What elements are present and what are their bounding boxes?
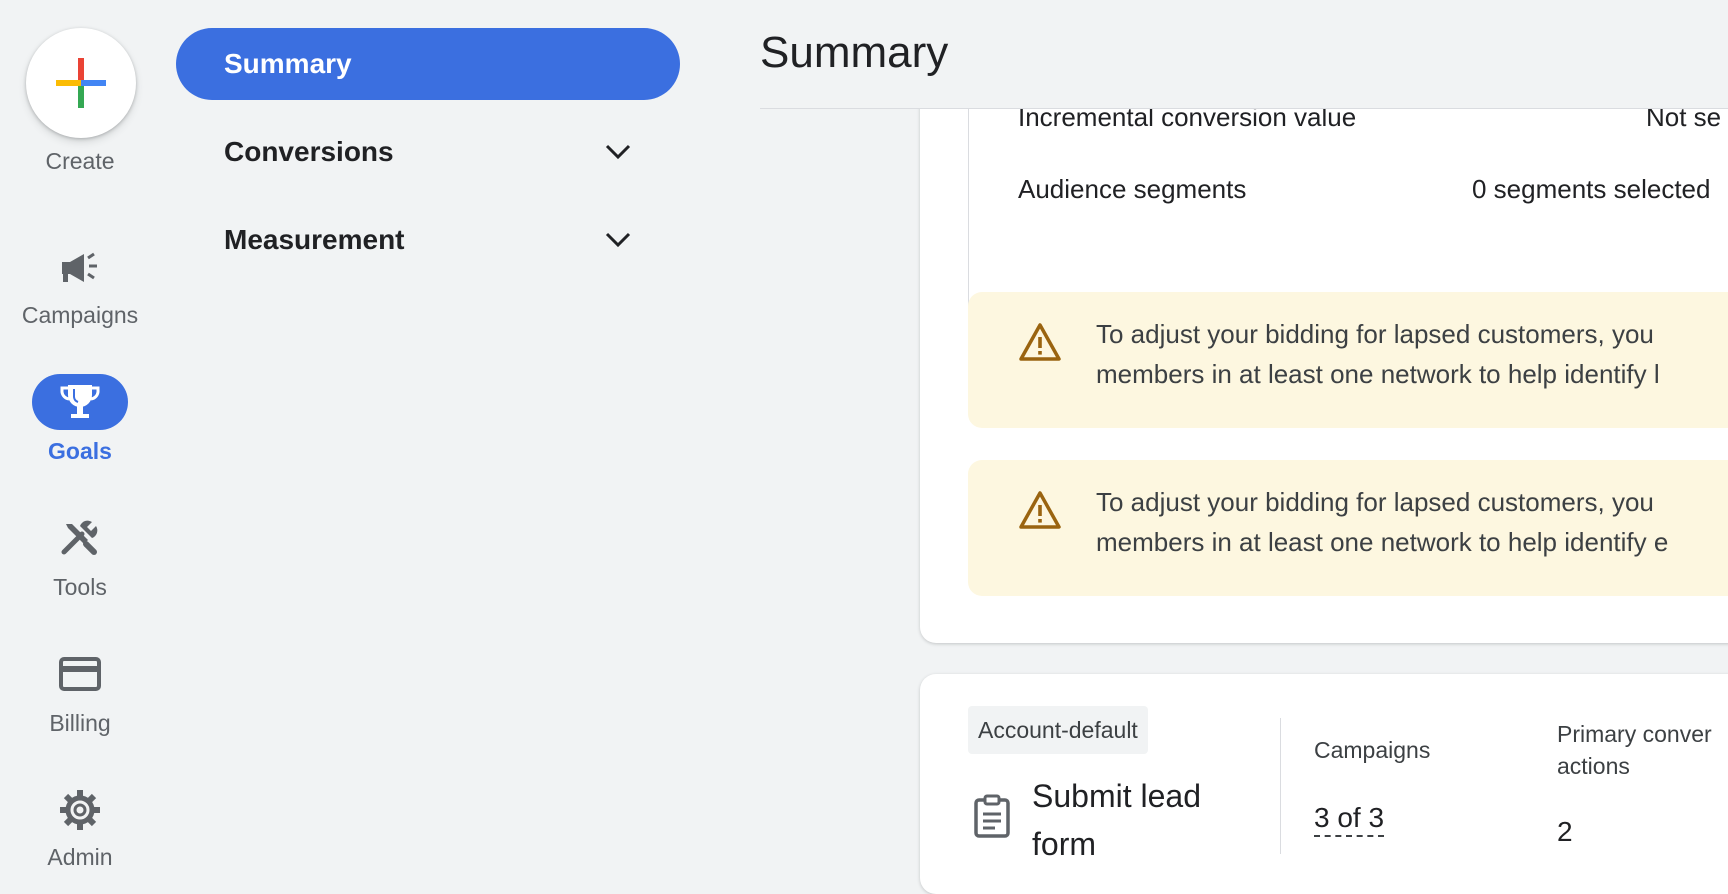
tools-icon[interactable]: [58, 516, 102, 560]
megaphone-icon[interactable]: [58, 248, 102, 288]
navigation-rail: Create Campaigns Goals Tools Billing Adm…: [0, 0, 160, 870]
warning-icon: [1019, 323, 1061, 361]
page-title: Summary: [760, 28, 949, 77]
campaigns-column-label: Campaigns: [1314, 737, 1431, 763]
create-button[interactable]: [26, 28, 136, 138]
tools-label[interactable]: Tools: [0, 574, 160, 601]
warning-line-1: To adjust your bidding for lapsed custom…: [1096, 487, 1654, 517]
plus-icon: [56, 58, 106, 108]
nav-item-summary-label: Summary: [224, 48, 352, 79]
column-divider: [1280, 718, 1281, 854]
admin-label[interactable]: Admin: [0, 844, 160, 871]
trophy-icon: [60, 385, 100, 418]
primary-label-line-2: actions: [1557, 753, 1630, 779]
audience-segments-label: Audience segments: [1018, 174, 1247, 204]
nav-item-conversions[interactable]: Conversions: [176, 116, 680, 188]
chevron-down-icon: [605, 232, 631, 248]
nav-item-summary[interactable]: Summary: [176, 28, 680, 100]
warning-text: To adjust your bidding for lapsed custom…: [1096, 314, 1728, 394]
warning-banner: To adjust your bidding for lapsed custom…: [968, 460, 1728, 596]
campaigns-count-link[interactable]: 3 of 3: [1314, 802, 1385, 837]
campaigns-count[interactable]: 3 of 3: [1314, 802, 1385, 837]
goals-nav-button[interactable]: [32, 374, 128, 430]
warning-line-1: To adjust your bidding for lapsed custom…: [1096, 319, 1654, 349]
header-divider: [760, 108, 1728, 109]
warning-text: To adjust your bidding for lapsed custom…: [1096, 482, 1728, 562]
warning-line-2: members in at least one network to help …: [1096, 359, 1660, 389]
nav-item-conversions-label: Conversions: [224, 136, 394, 167]
campaigns-label[interactable]: Campaigns: [0, 302, 160, 329]
gear-icon[interactable]: [58, 788, 102, 832]
chevron-down-icon: [605, 144, 631, 160]
create-label: Create: [45, 148, 115, 174]
warning-icon: [1019, 491, 1061, 529]
goals-label[interactable]: Goals: [0, 438, 160, 465]
nav-item-measurement-label: Measurement: [224, 224, 405, 255]
goal-title[interactable]: Submit lead form: [1032, 772, 1232, 868]
audience-segments-value[interactable]: 0 segments selected: [1472, 174, 1710, 205]
primary-conversion-actions-label: Primary conver actions: [1557, 718, 1712, 782]
billing-label[interactable]: Billing: [0, 710, 160, 737]
clipboard-icon: [974, 794, 1010, 838]
primary-label-line-1: Primary conver: [1557, 721, 1712, 747]
warning-line-2: members in at least one network to help …: [1096, 527, 1669, 557]
credit-card-icon[interactable]: [58, 656, 102, 692]
account-default-chip: Account-default: [968, 706, 1148, 754]
primary-conversion-actions-count: 2: [1557, 816, 1573, 847]
nav-item-measurement[interactable]: Measurement: [176, 204, 680, 276]
warning-banner: To adjust your bidding for lapsed custom…: [968, 292, 1728, 428]
